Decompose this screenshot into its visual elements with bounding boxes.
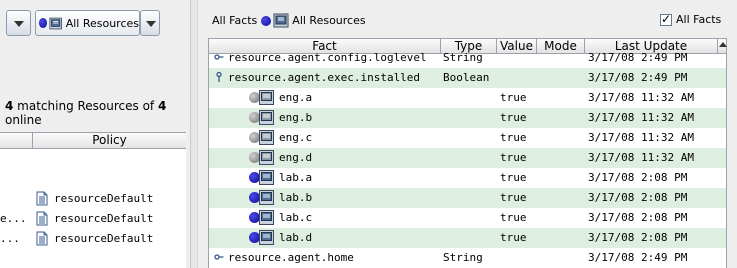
fact-name-cell: eng.d (279, 151, 313, 164)
resource-group-icon (273, 13, 289, 28)
resource-table-row[interactable]: ... resourceDefault (0, 229, 186, 249)
online-status-icon (39, 18, 48, 28)
total-count: 4 (157, 99, 167, 113)
fact-row[interactable]: eng.b true 3/17/08 11:32 AM (209, 108, 726, 128)
fact-row[interactable]: eng.a true 3/17/08 11:32 AM (209, 88, 726, 108)
fact-type-cell: String (443, 51, 483, 64)
fact-last-update-cell: 3/17/08 2:49 PM (588, 51, 688, 64)
fact-name-cell: lab.a (279, 171, 313, 184)
resource-filter-label: All Resources (65, 16, 139, 30)
fact-name-cell: resource.agent.home (228, 251, 354, 264)
policy-document-icon (36, 191, 48, 206)
facts-panel: All Facts All Resources All Facts Fact T… (198, 0, 737, 268)
fact-row[interactable]: resource.agent.config.loglevel String 3/17… (209, 48, 726, 68)
resource-table-header: Policy (0, 133, 186, 149)
policy-cell: resourceDefault (54, 192, 154, 205)
online-status-icon (261, 15, 272, 26)
fact-row[interactable]: resource.agent.exec.installed Boolean 3/17… (209, 68, 726, 88)
fact-row[interactable]: lab.b true 3/17/08 2:08 PM (209, 188, 726, 208)
facts-breadcrumb: All Facts All Resources (212, 13, 366, 28)
fact-name-cell: eng.c (279, 131, 313, 144)
key-icon (214, 54, 224, 60)
facts-table: Fact Type Value Mode Last Update resourc… (208, 38, 727, 268)
resource-scope-label: All Resources (292, 14, 366, 27)
resource-filter-combo[interactable]: All Resources (35, 10, 140, 36)
fact-row[interactable]: resource.agent.home String 3/17/08 2:49 PM (209, 248, 726, 268)
fact-value-cell: true (500, 191, 527, 204)
resource-explorer-panel: All Resources 4 matching Resources of 4 … (0, 0, 190, 268)
split-pane-divider[interactable] (190, 0, 198, 268)
fact-value-cell: true (500, 151, 527, 164)
matching-suffix: online (5, 113, 42, 127)
resource-group-icon (259, 170, 274, 185)
resource-policy-table: Policy resourceDefault e... resourceDefaul… (0, 132, 186, 268)
fact-last-update-cell: 3/17/08 2:49 PM (588, 71, 688, 84)
column-header-policy[interactable]: Policy (33, 133, 186, 149)
scroll-up-icon[interactable] (718, 40, 728, 48)
fact-last-update-cell: 3/17/08 11:32 AM (588, 131, 694, 144)
resource-name-cell: e... (0, 212, 27, 225)
all-facts-checkbox[interactable]: All Facts (660, 12, 722, 26)
key-icon (214, 254, 224, 260)
fact-row[interactable]: lab.a true 3/17/08 2:08 PM (209, 168, 726, 188)
resource-table-row[interactable]: e... resourceDefault (0, 209, 186, 229)
facts-scope-label: All Facts (212, 14, 258, 27)
fact-value-cell: true (500, 231, 527, 244)
resource-group-icon (259, 150, 274, 165)
fact-value-cell: true (500, 171, 527, 184)
resource-group-icon (259, 190, 274, 205)
resource-filter-dropdown-arrow[interactable] (140, 10, 160, 36)
fact-name-cell: lab.d (279, 231, 313, 244)
fact-value-cell: true (500, 211, 527, 224)
resource-group-icon (259, 110, 274, 125)
fact-name-cell: eng.a (279, 91, 313, 104)
fact-row[interactable]: eng.c true 3/17/08 11:32 AM (209, 128, 726, 148)
fact-name-cell: resource.agent.exec.installed (228, 71, 421, 84)
fact-type-cell: Boolean (443, 71, 490, 84)
policy-cell: resourceDefault (54, 212, 154, 225)
resource-group-icon (259, 90, 274, 105)
policy-document-icon (36, 211, 48, 226)
resource-name-cell: ... (0, 232, 20, 245)
fact-row[interactable]: eng.d true 3/17/08 11:32 AM (209, 148, 726, 168)
all-facts-checkbox-label: All Facts (676, 13, 722, 26)
fact-value-cell: true (500, 91, 527, 104)
fact-last-update-cell: 3/17/08 2:49 PM (588, 251, 688, 264)
fact-name-cell: resource.agent.config.loglevel (228, 51, 427, 64)
fact-last-update-cell: 3/17/08 2:08 PM (588, 191, 688, 204)
fact-last-update-cell: 3/17/08 2:08 PM (588, 211, 688, 224)
fact-last-update-cell: 3/17/08 2:08 PM (588, 231, 688, 244)
fact-name-cell: lab.b (279, 191, 313, 204)
column-header-name[interactable] (0, 133, 33, 149)
policy-document-icon (36, 231, 48, 246)
resource-group-icon (49, 17, 63, 29)
fact-row[interactable]: lab.c true 3/17/08 2:08 PM (209, 208, 726, 228)
matching-resources-summary: 4 matching Resources of 4 online (5, 99, 185, 127)
fact-type-cell: String (443, 251, 483, 264)
policy-cell: resourceDefault (54, 232, 154, 245)
fact-last-update-cell: 3/17/08 11:32 AM (588, 111, 694, 124)
fact-name-cell: eng.b (279, 111, 313, 124)
view-dropdown-button[interactable] (6, 10, 31, 36)
resource-group-icon (259, 230, 274, 245)
fact-last-update-cell: 3/17/08 11:32 AM (588, 151, 694, 164)
matching-label: matching Resources of (13, 99, 158, 113)
resource-group-icon (259, 130, 274, 145)
resource-group-icon (259, 210, 274, 225)
checkbox-checked-icon[interactable] (660, 12, 672, 26)
fact-row[interactable]: lab.d true 3/17/08 2:08 PM (209, 228, 726, 248)
key-expand-icon[interactable] (214, 71, 224, 83)
fact-last-update-cell: 3/17/08 11:32 AM (588, 91, 694, 104)
fact-name-cell: lab.c (279, 211, 313, 224)
fact-last-update-cell: 3/17/08 2:08 PM (588, 171, 688, 184)
resource-table-row[interactable]: resourceDefault (0, 189, 186, 209)
fact-value-cell: true (500, 111, 527, 124)
fact-value-cell: true (500, 131, 527, 144)
